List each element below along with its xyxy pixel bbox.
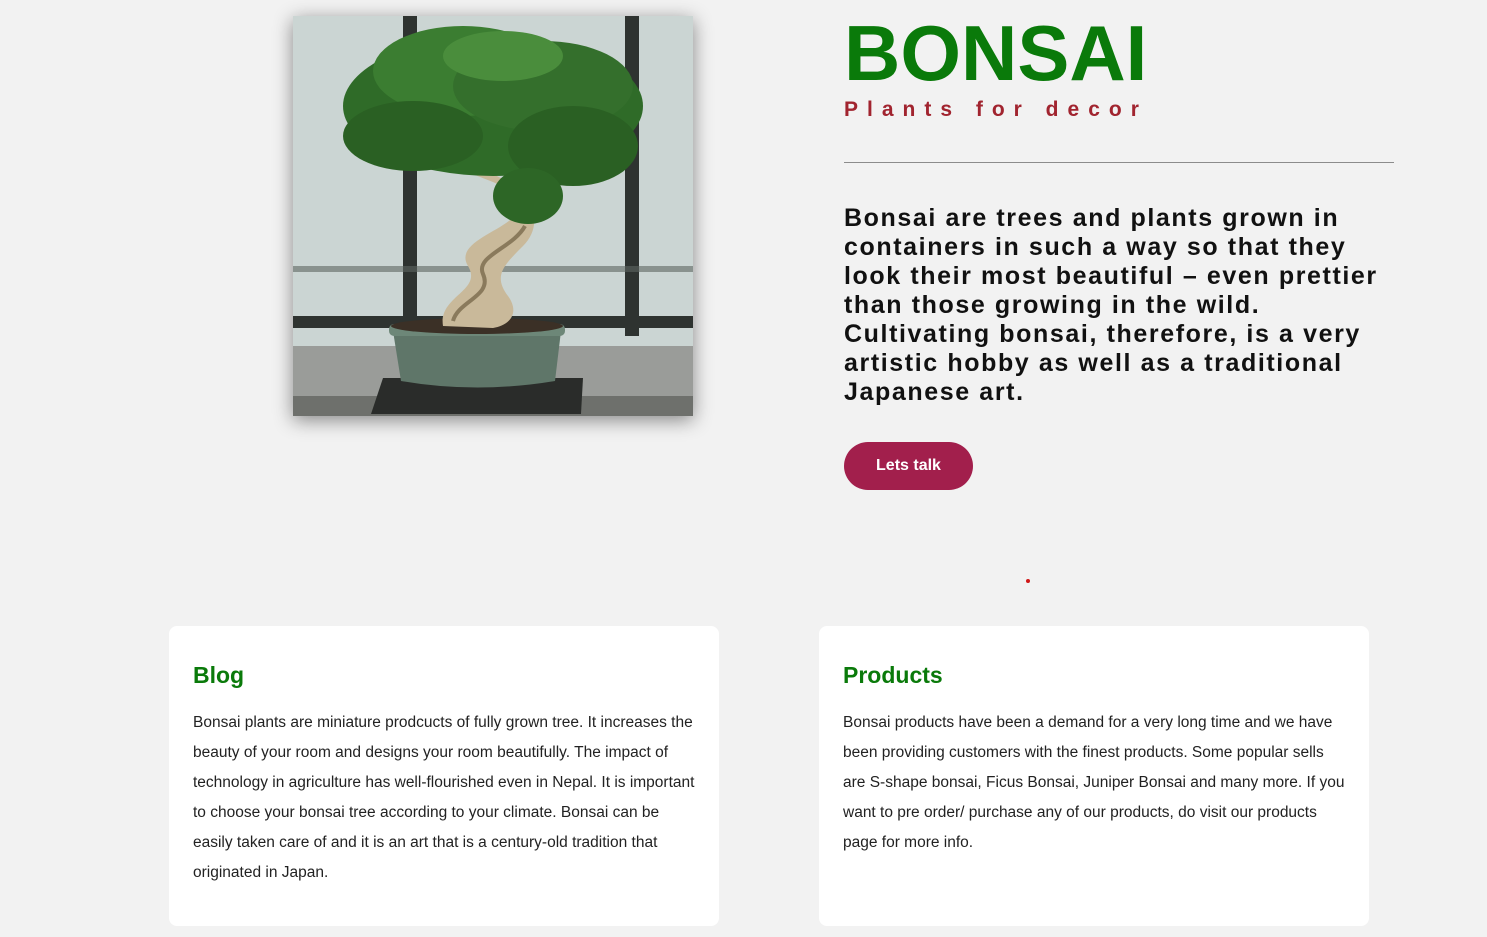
red-dot-decoration <box>1026 579 1030 583</box>
bonsai-photo-illustration <box>293 16 693 416</box>
lets-talk-button[interactable]: Lets talk <box>844 442 973 490</box>
hero-description: Bonsai are trees and plants grown in con… <box>844 204 1378 406</box>
hero-heading-group: BONSAI Plants for decor <box>844 10 1394 124</box>
bonsai-image <box>293 16 693 416</box>
divider <box>844 162 1394 163</box>
products-card-body: Bonsai products have been a demand for a… <box>843 714 1345 851</box>
blog-card-title: Blog <box>193 662 245 688</box>
page-subtitle: Plants for decor <box>844 98 1148 121</box>
page-title: BONSAI <box>844 9 1148 97</box>
blog-card: Blog Bonsai plants are miniature prodcuc… <box>169 626 719 926</box>
products-card: Products Bonsai products have been a dem… <box>819 626 1369 926</box>
products-card-title: Products <box>843 662 943 688</box>
blog-card-body: Bonsai plants are miniature prodcucts of… <box>193 714 695 881</box>
page: BONSAI Plants for decor Bonsai are trees… <box>0 0 1487 937</box>
